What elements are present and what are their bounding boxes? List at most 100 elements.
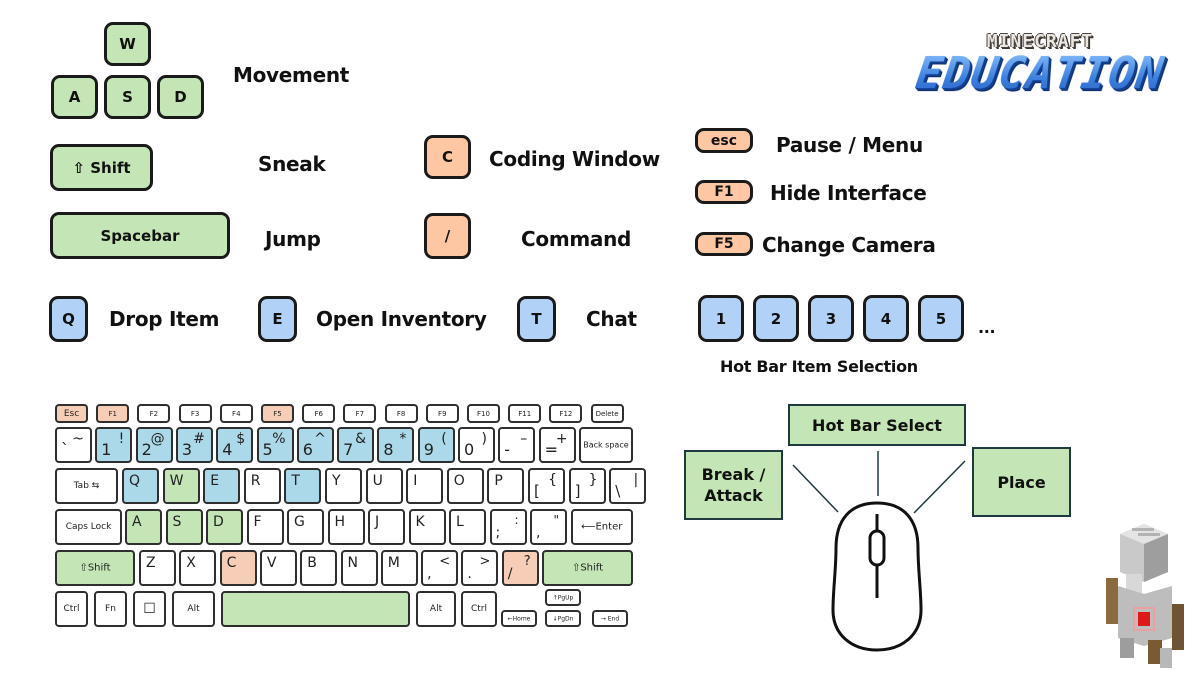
mouse-scroll-wheel-icon	[868, 529, 886, 567]
kb-key-0-main-text: 0	[464, 440, 475, 459]
kb-key-s-tl-text: S	[172, 514, 182, 530]
kb-key-sym: = +	[538, 427, 576, 463]
kb-key-esc: Esc	[55, 404, 88, 423]
kb-key-right-alt: Alt	[416, 591, 456, 627]
logo-education-text: EDUCATION	[912, 48, 1168, 99]
kb-key-semicolon-main-text: ;	[495, 525, 501, 541]
kb-key-6: 6 ^	[296, 427, 334, 463]
kb-key-sym: - –	[498, 427, 536, 463]
hotbar-key-2: 2	[753, 295, 799, 342]
key-q: Q	[49, 296, 88, 342]
kb-key-windows: ☐	[133, 591, 166, 627]
kb-key-h-tl-text: H	[334, 514, 346, 530]
kb-key-9: 9(	[417, 427, 455, 463]
kb-key-f5: F5	[261, 404, 294, 423]
hotbar-key-3: 3	[808, 295, 854, 342]
kb-key-f2: F2	[137, 404, 171, 423]
mouse-left-label: Break / Attack	[684, 450, 783, 520]
kb-key-backslash-main-text: \	[615, 482, 621, 500]
key-shift: ⇧ Shift	[50, 144, 153, 191]
kb-key-t: T	[284, 468, 322, 504]
kb-key-comma-main-text: ,	[427, 566, 432, 582]
kb-key-left-shift-ctr-text: ⇧Shift	[79, 562, 111, 574]
kb-key-5-alt-text: %	[272, 431, 286, 447]
kb-key-a-tl-text: A	[132, 514, 142, 530]
kb-key-b-tl-text: B	[307, 555, 317, 571]
kb-key-f9: F9	[425, 404, 459, 423]
kb-key-left-bracket-alt-text: {	[548, 472, 557, 488]
kb-key-slash-alt-text: ?	[523, 554, 531, 569]
kb-key-4-alt-text: $	[236, 431, 246, 447]
kb-key-left-ctrl: Ctrl	[55, 591, 88, 627]
kb-key-left-bracket: [{	[528, 468, 565, 504]
key-t: T	[517, 296, 556, 342]
kb-key-e: E	[203, 468, 241, 504]
kb-key-0-alt-text: )	[481, 431, 487, 447]
pointer-line-left	[792, 464, 839, 513]
kb-key-o: O	[446, 468, 484, 504]
kb-key-s: S	[165, 509, 203, 545]
kb-key-h: H	[327, 509, 365, 545]
kb-key-8-alt-text: *	[399, 431, 407, 447]
kb-key-windows-ctr-text: ☐	[143, 601, 156, 617]
hotbar-key-1: 1	[698, 295, 744, 342]
kb-key-y: Y	[325, 468, 362, 504]
kb-key-2-alt-text: @	[150, 431, 165, 447]
key-d: D	[157, 75, 204, 119]
key-c: C	[424, 135, 471, 179]
kb-key-right-ctrl-ctr-text: Ctrl	[470, 604, 487, 614]
pause-menu-label: Pause / Menu	[776, 133, 923, 157]
kb-key-5: 5%	[256, 427, 294, 463]
key-spacebar: Spacebar	[50, 212, 230, 259]
kb-key-right-bracket-alt-text: }	[588, 472, 598, 488]
command-label: Command	[521, 227, 632, 251]
kb-key-left-shift: ⇧Shift	[55, 550, 135, 586]
kb-key-6-alt-text: ^	[314, 431, 326, 447]
kb-key-x: X	[179, 550, 217, 586]
kb-key-a: A	[125, 509, 162, 545]
kb-key-left-alt-ctr-text: Alt	[187, 604, 200, 614]
key-s: S	[104, 75, 151, 119]
kb-key-9-main-text: 9	[423, 440, 434, 459]
kb-key-1-main-text: 1	[101, 440, 112, 459]
kb-key-period: . >	[461, 550, 499, 586]
kb-key-home: ←Home	[501, 610, 537, 627]
kb-key-p: P	[487, 468, 525, 504]
kb-key-pgup: ↑PgUp	[545, 589, 581, 606]
kb-key-backspace-ctr-text: Back space	[583, 440, 629, 450]
kb-key-right-bracket: ]}	[568, 468, 606, 504]
kb-key-f11: F11	[508, 404, 542, 423]
keyboard-diagram: Esc F1 F2 F3 F4 F5 F6 F7 F8 F9 F10 F11 F12 Delete ` ~1!…	[55, 404, 647, 632]
hotbar-ellipsis: ...	[978, 318, 996, 337]
kb-key-fn: Fn	[94, 591, 127, 627]
hotbar-key-4: 4	[863, 295, 909, 342]
kb-key-left-bracket-main-text: [	[534, 482, 540, 500]
kb-key-q: Q	[122, 468, 159, 504]
kb-key-l-tl-text: L	[456, 514, 464, 530]
kb-key-d: D	[206, 509, 243, 545]
chat-label: Chat	[586, 307, 637, 331]
open-inventory-label: Open Inventory	[316, 307, 487, 331]
kb-key-8: 8 *	[377, 427, 415, 463]
kb-key-n-tl-text: N	[347, 555, 358, 571]
kb-key-backslash-alt-text: |	[633, 472, 639, 488]
kb-key-4: 4 $	[216, 427, 254, 463]
kb-key-comma: , <	[421, 550, 459, 586]
kb-key-3-alt-text: #	[193, 431, 205, 447]
kb-key-sym-main-text: `	[61, 440, 69, 459]
kb-key-c-tl-text: C	[226, 555, 237, 571]
kb-key-f6: F6	[302, 404, 336, 423]
change-camera-label: Change Camera	[762, 233, 936, 257]
mouse-body-icon	[831, 501, 923, 652]
kb-key-1-alt-text: !	[118, 431, 125, 447]
kb-key-right-shift: ⇧Shift	[542, 550, 633, 586]
kb-key-f7: F7	[343, 404, 377, 423]
kb-key-slash: /?	[501, 550, 539, 586]
kb-key-quote-main-text: ,	[536, 525, 541, 541]
kb-key-caps-lock-ctr-text: Caps Lock	[65, 522, 112, 532]
kb-key-tab-ctr-text: Tab ⇆	[73, 481, 100, 491]
kb-key-p-tl-text: P	[494, 473, 503, 489]
kb-key-comma-alt-text: <	[439, 554, 451, 569]
kb-key-pgdn-ctr-text: ↓PgDn	[552, 615, 574, 622]
key-slash: /	[424, 213, 471, 259]
